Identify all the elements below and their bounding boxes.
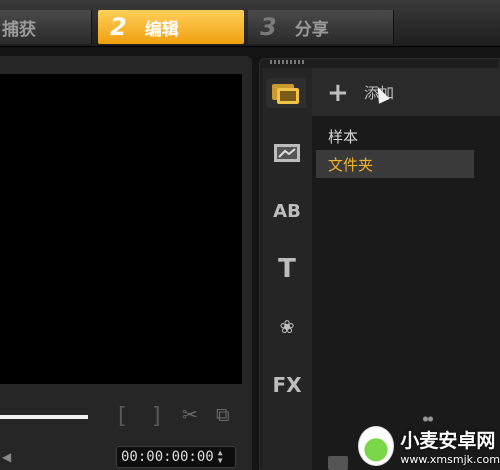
- folder-item-label: 文件夹: [328, 155, 374, 174]
- instant-project-tab-icon[interactable]: [270, 138, 304, 168]
- add-folder-plus-icon[interactable]: +: [327, 78, 349, 108]
- tab-share[interactable]: 3 分享: [248, 10, 394, 44]
- folder-item-samples[interactable]: 样本: [316, 122, 474, 150]
- tab-edit-label: 编辑: [144, 19, 179, 40]
- tab-capture-label: 捕获: [2, 19, 36, 40]
- panel-grip-handle[interactable]: [270, 60, 306, 64]
- graphic-tab-icon[interactable]: ❀: [270, 312, 304, 342]
- volume-icon[interactable]: ◀: [2, 450, 11, 464]
- tab-capture[interactable]: 捕获: [0, 10, 92, 44]
- tab-edit-number: 2: [110, 13, 127, 41]
- tab-share-label: 分享: [294, 19, 329, 40]
- folder-item-label: 样本: [328, 127, 359, 146]
- preview-screen[interactable]: [0, 74, 242, 384]
- timecode-field[interactable]: 00:00:00:00 ▲ ▼: [116, 446, 236, 468]
- mark-in-button[interactable]: [: [118, 404, 127, 429]
- timecode-spinner-icon[interactable]: ▲ ▼: [218, 449, 223, 465]
- filter-tab-icon[interactable]: FX: [270, 370, 304, 400]
- watermark-title: 小麦安卓网: [400, 430, 496, 452]
- library-bottom-button[interactable]: [328, 456, 348, 470]
- cut-clip-icon[interactable]: ✂: [182, 404, 198, 426]
- tab-share-number: 3: [260, 13, 277, 41]
- tab-edit[interactable]: 2 编辑: [98, 10, 244, 44]
- timecode-value: 00:00:00:00: [121, 449, 214, 465]
- mark-out-button[interactable]: ]: [152, 404, 161, 429]
- watermark: 小麦安卓网 www.xmsmjk.com: [358, 422, 500, 470]
- transition-tab-icon[interactable]: AB: [270, 196, 304, 226]
- media-library-tab-icon[interactable]: [266, 78, 306, 108]
- scrubber-bar[interactable]: [0, 415, 88, 419]
- watermark-logo-icon: [358, 426, 395, 466]
- folder-item-folder[interactable]: 文件夹: [316, 150, 474, 178]
- title-tab-icon[interactable]: T: [270, 254, 304, 284]
- copy-clip-icon[interactable]: ⧉: [216, 404, 230, 426]
- watermark-url: www.xmsmjk.com: [400, 453, 500, 466]
